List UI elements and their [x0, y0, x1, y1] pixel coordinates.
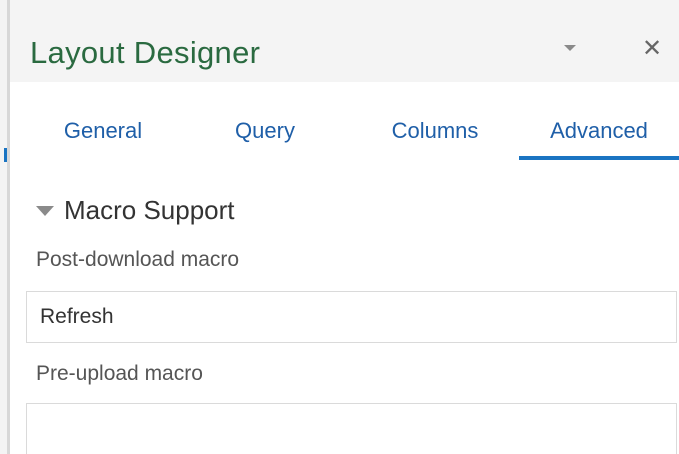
tab-label: Query: [235, 118, 295, 143]
panel-title: Layout Designer: [30, 35, 261, 70]
tab-query[interactable]: Query: [222, 100, 308, 160]
layout-designer-panel: Layout Designer ✕ General Query Columns …: [0, 0, 679, 454]
macro-support-section-toggle[interactable]: Macro Support: [36, 192, 235, 228]
chevron-down-icon: [564, 45, 576, 51]
close-button[interactable]: ✕: [634, 30, 670, 66]
post-download-macro-label: Post-download macro: [36, 248, 240, 271]
tab-columns[interactable]: Columns: [370, 100, 500, 160]
post-download-macro-input[interactable]: [26, 291, 677, 343]
triangle-down-icon: [36, 206, 54, 216]
tab-label: Columns: [391, 118, 479, 143]
selection-marker: [4, 148, 7, 162]
close-icon: ✕: [641, 34, 663, 62]
section-title: Macro Support: [64, 194, 235, 225]
panel-options-button[interactable]: [552, 30, 588, 66]
title-bar: Layout Designer ✕: [10, 0, 679, 82]
panel-left-border: [0, 0, 10, 454]
tab-bar: General Query Columns Advanced: [10, 100, 679, 160]
tab-label: Advanced: [550, 118, 648, 143]
tab-general[interactable]: General: [48, 100, 158, 160]
pre-upload-macro-label: Pre-upload macro: [36, 362, 203, 385]
tab-advanced[interactable]: Advanced: [519, 100, 679, 160]
tab-label: General: [63, 118, 143, 143]
pre-upload-macro-input[interactable]: [26, 403, 677, 454]
